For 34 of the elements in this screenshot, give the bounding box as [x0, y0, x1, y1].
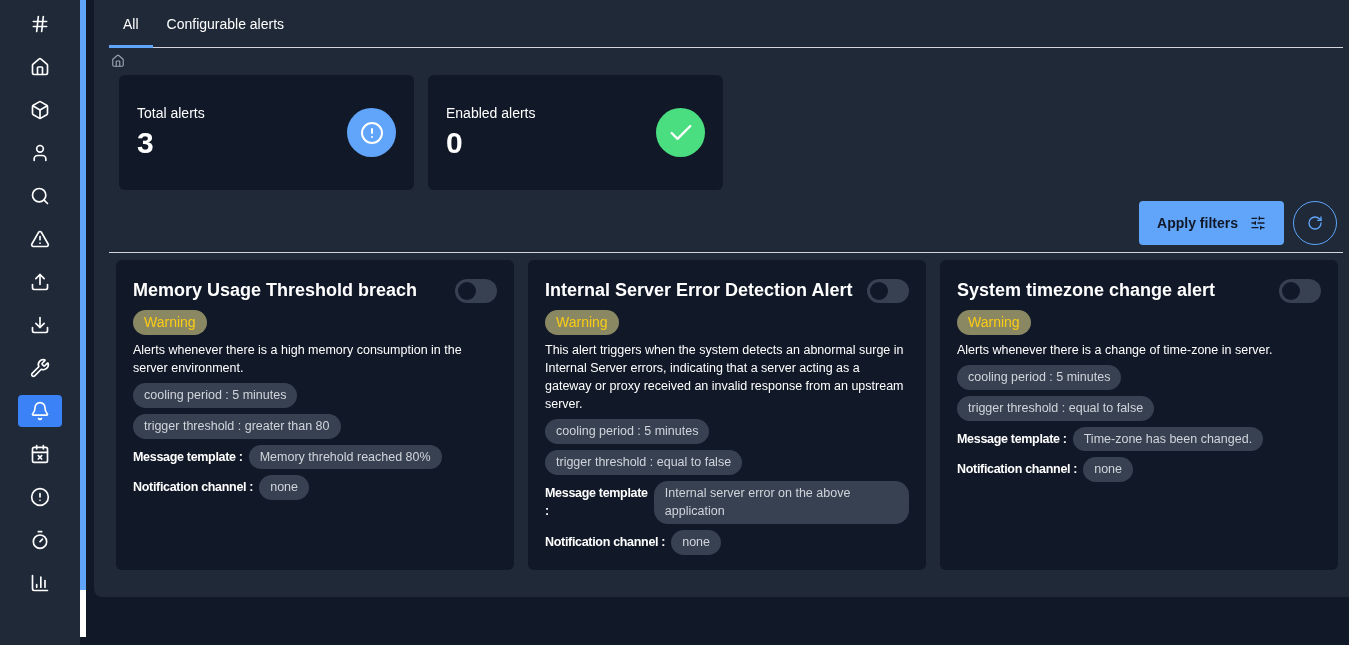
- setting-chip: cooling period : 5 minutes: [133, 383, 298, 408]
- channel-chip: none: [1083, 457, 1134, 482]
- setting-chip: trigger threshold : equal to false: [957, 395, 1155, 421]
- severity-badge: Warning: [133, 310, 207, 335]
- tab[interactable]: Configurable alerts: [152, 8, 299, 48]
- setting-chip: trigger threshold : greater than 80: [133, 413, 341, 439]
- field-label: Message template :: [133, 448, 243, 466]
- alert-title: Memory Usage Threshold breach: [133, 279, 418, 302]
- alert-description: Alerts whenever there is a high memory consumption in the server environment.: [133, 342, 463, 377]
- setting-chip: trigger threshold : equal to false: [545, 449, 743, 475]
- stat-value: 3: [137, 125, 155, 162]
- channel-chip: none: [671, 530, 722, 555]
- field-label: Notification channel :: [133, 479, 254, 497]
- field-label: Message template :: [957, 430, 1067, 448]
- severity-badge: Warning: [545, 310, 619, 335]
- alert-title: System timezone change alert: [957, 279, 1216, 302]
- setting-chip: cooling period : 5 minutes: [545, 419, 710, 444]
- stat-label: Enabled alerts: [446, 104, 536, 124]
- template-chip: Time-zone has been changed.: [1072, 426, 1264, 452]
- stat-label: Total alerts: [137, 104, 205, 124]
- template-chip: Memory threhold reached 80%: [248, 444, 442, 470]
- tab[interactable]: All: [109, 8, 153, 48]
- stat-value: 0: [446, 125, 464, 162]
- severity-badge: Warning: [957, 310, 1031, 335]
- alert-description: Alerts whenever there is a change of time-zone in server.: [957, 342, 1273, 359]
- field-label: Notification channel :: [545, 534, 666, 551]
- field-label: Message template :: [545, 484, 648, 521]
- channel-chip: none: [259, 475, 310, 500]
- setting-chip: cooling period : 5 minutes: [957, 365, 1122, 390]
- alert-description: This alert triggers when the system detects an abnormal surge in Internal Server errors, indicating that a server acting as a gateway or proxy received an invalid response from an upstream server.: [545, 342, 905, 413]
- apply-filters-button[interactable]: Apply filters: [1139, 201, 1284, 245]
- alert-title: Internal Server Error Detection Alert: [545, 279, 853, 302]
- template-chip: Internal server error on the above application: [653, 480, 909, 524]
- field-label: Notification channel :: [957, 461, 1078, 479]
